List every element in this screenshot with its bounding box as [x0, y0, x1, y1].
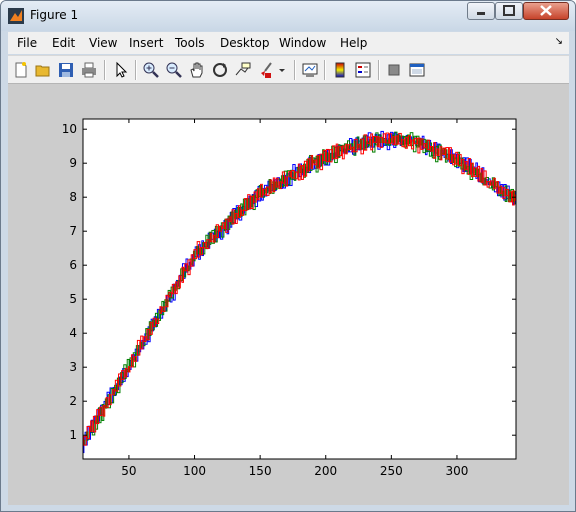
x-tick-label: 50 [121, 464, 136, 478]
y-tick-label: 1 [69, 428, 77, 442]
colorbar-icon[interactable] [331, 61, 349, 79]
x-tick-label: 300 [446, 464, 469, 478]
pointer-icon[interactable] [112, 61, 130, 79]
menu-tools[interactable]: Tools [175, 36, 205, 50]
figure-canvas: 50 100 150 200 250 300 1 2 3 4 5 6 7 8 9 10 [8, 84, 569, 505]
menu-help[interactable]: Help [340, 36, 367, 50]
window-title: Figure 1 [30, 8, 79, 22]
x-tick-label: 200 [314, 464, 337, 478]
toolbar-separator [324, 60, 326, 80]
zoom-in-icon[interactable] [142, 61, 160, 79]
show-tools-icon[interactable] [408, 61, 426, 79]
toolbar-separator [104, 60, 106, 80]
plot-canvas[interactable]: 50 100 150 200 250 300 1 2 3 4 5 6 7 8 9 10 [8, 84, 569, 505]
y-tick-label: 2 [69, 394, 77, 408]
brush-dropdown-icon[interactable] [278, 61, 286, 79]
y-tick-label: 9 [69, 156, 77, 170]
open-file-icon[interactable] [34, 61, 52, 79]
y-tick-label: 3 [69, 360, 77, 374]
pan-icon[interactable] [188, 61, 206, 79]
toolbar [8, 55, 569, 84]
figure-window: Figure 1 File Edit View Insert Tools Des… [0, 0, 576, 512]
toolbar-separator [135, 60, 137, 80]
maximize-button[interactable] [495, 2, 523, 20]
close-icon [540, 5, 552, 16]
data-mark [518, 197, 520, 206]
legend-icon[interactable] [354, 61, 372, 79]
menu-insert[interactable]: Insert [129, 36, 163, 50]
y-tick-label: 6 [69, 258, 77, 272]
menu-window[interactable]: Window [279, 36, 326, 50]
rotate-icon[interactable] [211, 61, 229, 79]
data-cursor-icon[interactable] [234, 61, 252, 79]
x-tick-label: 150 [249, 464, 272, 478]
minimize-button[interactable] [467, 2, 495, 20]
save-icon[interactable] [57, 61, 75, 79]
brush-icon[interactable] [257, 61, 275, 79]
dock-arrow-icon[interactable]: ↘ [555, 36, 563, 47]
matlab-icon [8, 8, 24, 24]
print-icon[interactable] [80, 61, 98, 79]
menu-view[interactable]: View [89, 36, 117, 50]
toolbar-separator [294, 60, 296, 80]
zoom-out-icon[interactable] [165, 61, 183, 79]
y-tick-label: 5 [69, 292, 77, 306]
menu-edit[interactable]: Edit [52, 36, 75, 50]
menu-file[interactable]: File [17, 36, 37, 50]
y-tick-label: 7 [69, 224, 77, 238]
toolbar-separator [378, 60, 380, 80]
menu-bar: File Edit View Insert Tools Desktop Wind… [8, 32, 569, 54]
new-figure-icon[interactable] [12, 61, 30, 79]
link-icon[interactable] [301, 61, 319, 79]
minimize-icon [477, 12, 485, 15]
data-mark [517, 196, 519, 205]
y-tick-label: 4 [69, 326, 77, 340]
menu-desktop[interactable]: Desktop [220, 36, 270, 50]
maximize-icon [503, 5, 515, 16]
hide-tools-icon[interactable] [385, 61, 403, 79]
close-button[interactable] [523, 2, 569, 20]
y-tick-label: 8 [69, 190, 77, 204]
x-tick-label: 100 [183, 464, 206, 478]
x-tick-label: 250 [380, 464, 403, 478]
y-tick-label: 10 [62, 122, 77, 136]
title-bar[interactable]: Figure 1 [1, 1, 575, 31]
